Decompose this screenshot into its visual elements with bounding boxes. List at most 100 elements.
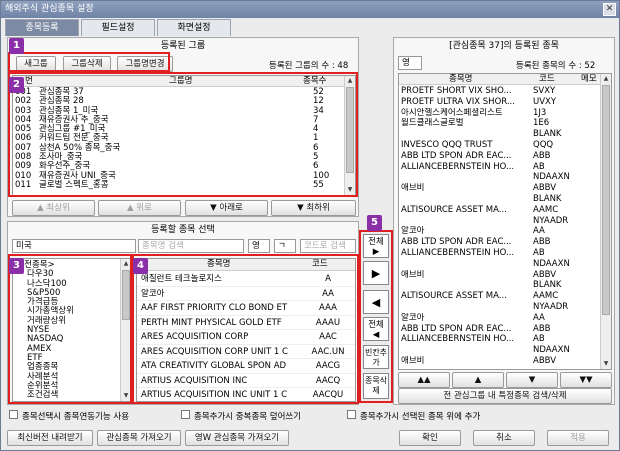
registered-row[interactable]: BLANK: [399, 280, 599, 291]
stock-row[interactable]: ARES ACQUISITION CORP UNIT 1 C AAC.UN: [137, 345, 355, 359]
registered-row[interactable]: ALLIANCEBERNSTEIN HO... AB: [399, 162, 599, 173]
stock-row[interactable]: ATA CREATIVITY GLOBAL SPON AD AACG: [137, 359, 355, 374]
opt2-checkbox[interactable]: [181, 410, 190, 419]
add-button[interactable]: ▶: [363, 261, 389, 285]
move-top-button[interactable]: ▲ 최상위: [12, 200, 95, 216]
move-down-button[interactable]: ▼ 아래로: [185, 200, 268, 216]
add-blank-button[interactable]: 빈칸추가: [363, 345, 389, 369]
registered-row[interactable]: 애브비 ABBV: [399, 356, 599, 367]
scroll-down-icon[interactable]: ▼: [121, 391, 131, 401]
cancel-button[interactable]: 취소: [473, 430, 535, 446]
registered-row[interactable]: ALTISOURCE ASSET MA... AAMC: [399, 291, 599, 302]
import-yw-watchlist-button[interactable]: 영W 관심종목 가져오기: [185, 430, 289, 446]
code-search-input[interactable]: 코드로 검색: [300, 239, 356, 253]
reg-move-top-button[interactable]: ▲▲: [398, 372, 450, 388]
registered-row[interactable]: 알코아 AA: [399, 313, 599, 324]
reg-move-down-button[interactable]: ▼: [506, 372, 558, 388]
search-all-groups-button[interactable]: 전 관심그룹 내 특정종목 검색/삭제: [398, 388, 612, 404]
registered-row[interactable]: 애브비 ABBV: [399, 183, 599, 194]
col-stock-code: 코드: [312, 259, 328, 269]
registered-row[interactable]: BLANK: [399, 194, 599, 205]
registered-row[interactable]: ALTISOURCE ASSET MA... AAMC: [399, 205, 599, 216]
group-row[interactable]: 011 글로벌 스펙트_홍콩 55: [13, 180, 343, 190]
registered-row[interactable]: 애브비 ABBV: [399, 270, 599, 281]
registered-row[interactable]: NDAAXN: [399, 259, 599, 270]
scroll-thumb[interactable]: [602, 85, 610, 315]
group-count: 등록된 그룹의 수 : 48: [269, 61, 349, 71]
remove-button[interactable]: ◀: [363, 290, 389, 314]
registered-row[interactable]: 알코아 AA: [399, 226, 599, 237]
registered-row[interactable]: 아시안헬스케어스페셜리스트 1J3: [399, 108, 599, 119]
groups-title: 등록된 그룹: [160, 41, 206, 51]
stock-row[interactable]: ARTIUS ACQUISITION INC UNIT 1 C AACQU: [137, 388, 355, 401]
scroll-down-icon[interactable]: ▼: [601, 359, 611, 369]
stock-row[interactable]: AAF FIRST PRIORITY CLO BOND ET AAA: [137, 301, 355, 316]
tab-fields[interactable]: 필드설정: [81, 19, 155, 36]
stock-row[interactable]: PERTH MINT PHYSICAL GOLD ETF AAAU: [137, 316, 355, 330]
registered-row[interactable]: ALLIANCEBERNSTEIN HO... AB: [399, 334, 599, 345]
scroll-up-icon[interactable]: ▲: [601, 74, 611, 84]
registered-row[interactable]: ABB LTD SPON ADR EAC... ABB: [399, 324, 599, 335]
opt1-checkbox[interactable]: [9, 410, 18, 419]
registered-list[interactable]: 종목명 코드 메모 PROETF SHORT VIX SHO... SVXY PRO…: [398, 73, 612, 370]
col-reg-name: 종목명: [449, 74, 473, 84]
remove-all-button[interactable]: 전체 ◀: [363, 317, 389, 341]
registered-row[interactable]: ABB LTD SPON ADR EAC... ABB: [399, 237, 599, 248]
registered-row[interactable]: BLANK: [399, 129, 599, 140]
registered-row[interactable]: INVESCO QQQ TRUST QQQ: [399, 140, 599, 151]
opt3-checkbox[interactable]: [347, 410, 356, 419]
import-watchlist-button[interactable]: 관심종목 가져오기: [97, 430, 181, 446]
group-list-scrollbar[interactable]: ▲ ▼: [344, 76, 355, 195]
registered-filter[interactable]: 영: [398, 56, 422, 70]
stock-list[interactable]: 종목명 코드 애질런트 테크놀로지스 A 알코아 AA AAF FIRST PRIO…: [136, 258, 356, 402]
stock-search-input[interactable]: 종목명 검색: [138, 239, 244, 253]
tree-scrollbar[interactable]: ▲ ▼: [120, 259, 131, 401]
registered-row[interactable]: ABB LTD SPON ADR EAC... ABB: [399, 151, 599, 162]
scroll-up-icon[interactable]: ▲: [345, 76, 355, 86]
move-up-button[interactable]: ▲ 위로: [98, 200, 181, 216]
title-bar: 해외주식 관심종목 설정 ✕: [1, 1, 619, 18]
opt1-label: 종목선택시 종목연동기능 사용: [22, 412, 130, 422]
scroll-thumb[interactable]: [122, 270, 130, 320]
move-bottom-button[interactable]: ▼ 최하위: [271, 200, 356, 216]
scroll-thumb[interactable]: [346, 87, 354, 173]
registered-row[interactable]: NDAAXN: [399, 345, 599, 356]
registered-scrollbar[interactable]: ▲ ▼: [600, 74, 611, 369]
registered-row[interactable]: PROETF SHORT VIX SHO... SVXY: [399, 86, 599, 97]
registered-row[interactable]: NYAADR: [399, 302, 599, 313]
delete-stock-button[interactable]: 종목삭제: [363, 373, 389, 399]
scroll-up-icon[interactable]: ▲: [121, 259, 131, 269]
category-tree[interactable]: <전종목> 다우30 나스닥100 S&P500 가격급등 시가총액상위 거래량…: [12, 258, 132, 402]
initial-filter[interactable]: ㄱ: [274, 239, 296, 253]
add-all-button[interactable]: 전체 ▶: [363, 234, 389, 258]
stock-row[interactable]: ARES ACQUISITION CORP AAC: [137, 330, 355, 345]
lang-filter[interactable]: 영: [248, 239, 270, 253]
download-latest-button[interactable]: 최신버전 내려받기: [7, 430, 93, 446]
stock-row[interactable]: 애질런트 테크놀로지스 A: [137, 272, 355, 287]
col-reg-code: 코드: [539, 74, 555, 84]
close-icon[interactable]: ✕: [603, 3, 616, 16]
tree-item[interactable]: 조건검색: [17, 390, 119, 400]
stock-row[interactable]: 알코아 AA: [137, 287, 355, 301]
registered-panel: [관심종목 37]의 등록된 종목 영 등록된 종목의 수 : 52 종목명 코…: [393, 37, 615, 405]
scroll-down-icon[interactable]: ▼: [345, 185, 355, 195]
tab-register[interactable]: 종목등록: [5, 19, 79, 36]
registered-title: [관심종목 37]의 등록된 종목: [449, 41, 559, 51]
apply-button[interactable]: 적용: [547, 430, 609, 446]
delete-group-button[interactable]: 그룹삭제: [63, 56, 111, 72]
reg-move-bottom-button[interactable]: ▼▼: [560, 372, 612, 388]
registered-row[interactable]: PROETF ULTRA VIX SHOR... UVXY: [399, 97, 599, 108]
rename-group-button[interactable]: 그룹명변경: [117, 56, 173, 72]
registered-row[interactable]: 월드클래스글로벌 1E6: [399, 118, 599, 129]
registered-row[interactable]: ALLIANCEBERNSTEIN HO... AB: [399, 248, 599, 259]
ok-button[interactable]: 확인: [399, 430, 461, 446]
registered-row[interactable]: NDAAXN: [399, 172, 599, 183]
registered-row[interactable]: NYAADR: [399, 216, 599, 227]
tab-screen[interactable]: 화면설정: [157, 19, 231, 36]
new-group-button[interactable]: 새그룹: [16, 56, 56, 72]
stock-row[interactable]: ARTIUS ACQUISITION INC AACQ: [137, 374, 355, 388]
market-select[interactable]: 미국: [12, 239, 136, 253]
badge-4: 4: [133, 258, 148, 274]
group-list[interactable]: 번 그룹명 종목수 001관심종목 3752 002관심종목 2812 003관…: [12, 75, 356, 196]
reg-move-up-button[interactable]: ▲: [452, 372, 504, 388]
